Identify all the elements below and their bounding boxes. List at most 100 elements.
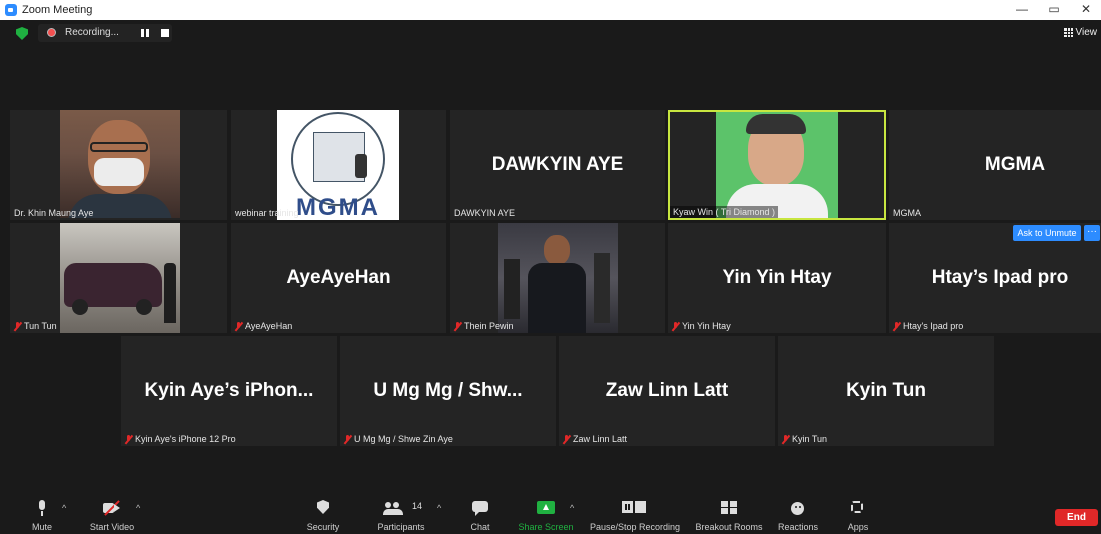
participant-display-name: Kyin Tun <box>846 380 926 401</box>
mute-label: Mute <box>31 522 52 532</box>
participant-name-label: Kyin Aye's iPhone 12 Pro <box>125 434 236 444</box>
participant-display-name: DAWKYIN AYE <box>491 154 624 175</box>
window-title: Zoom Meeting <box>22 4 93 16</box>
share-screen-button[interactable]: Share Screen <box>513 492 579 534</box>
security-button[interactable]: Security <box>298 492 348 534</box>
minimize-button[interactable]: — <box>1012 2 1032 16</box>
meeting-topbar: Recording... View <box>0 20 1101 46</box>
start-video-button[interactable]: Start Video <box>82 492 142 534</box>
more-options-button[interactable]: ··· <box>1084 225 1100 241</box>
participants-button[interactable]: 14 Participants <box>370 492 432 534</box>
participant-display-name: AyeAyeHan <box>286 267 391 288</box>
smiley-icon <box>789 500 807 516</box>
maximize-button[interactable]: ▭ <box>1044 2 1064 16</box>
video-tile-tun-tun[interactable]: Tun Tun <box>10 223 227 333</box>
video-tile-yin-yin-htay[interactable]: Yin Yin Htay Yin Yin Htay <box>668 223 886 333</box>
close-button[interactable]: ✕ <box>1076 2 1096 16</box>
participant-name-label: DAWKYIN AYE <box>454 208 516 218</box>
end-meeting-button[interactable]: End <box>1055 509 1098 526</box>
share-screen-icon <box>537 500 555 516</box>
video-off-icon <box>103 500 121 516</box>
video-tile-ayeayehan[interactable]: AyeAyeHan AyeAyeHan <box>231 223 446 333</box>
pause-stop-recording-button[interactable]: Pause/Stop Recording <box>585 492 685 534</box>
participant-video <box>60 223 180 333</box>
mgma-logo: MGMA <box>277 110 399 220</box>
view-label: View <box>1075 27 1098 38</box>
recording-status: Recording... <box>65 27 119 38</box>
window-titlebar: Zoom Meeting — ▭ ✕ <box>0 0 1101 20</box>
video-tile-kyin-tun[interactable]: Kyin Tun Kyin Tun <box>778 336 994 446</box>
participant-display-name: Htay’s Ipad pro <box>931 267 1069 288</box>
mic-muted-icon <box>235 321 242 331</box>
meeting-toolbar: Mute ^ Start Video ^ Security 14 Partici… <box>0 492 1101 534</box>
video-tile-webinar-training[interactable]: MGMA webinar training <box>231 110 446 220</box>
share-options-caret[interactable]: ^ <box>570 503 574 513</box>
participant-name-label: MGMA <box>893 208 921 218</box>
chat-label: Chat <box>470 522 490 532</box>
microphone-icon <box>33 500 51 516</box>
video-options-caret[interactable]: ^ <box>136 503 140 513</box>
participant-video <box>716 112 838 218</box>
pause-recording-icon[interactable] <box>138 26 152 40</box>
video-tile-kyin-aye-iphone[interactable]: Kyin Aye’s iPhon... Kyin Aye's iPhone 12… <box>121 336 337 446</box>
video-tile-kyaw-win-active-speaker[interactable]: Kyaw Win ( Tri Diamond ) <box>668 110 886 220</box>
participant-name-label: webinar training <box>235 208 299 218</box>
participant-name-label: Tun Tun <box>14 321 57 331</box>
video-tile-mgma[interactable]: MGMA MGMA <box>889 110 1101 220</box>
participant-name-label: Dr. Khin Maung Aye <box>14 208 94 218</box>
zoom-logo-icon <box>5 4 17 16</box>
pause-stop-icon <box>622 500 644 516</box>
start-video-label: Start Video <box>89 522 135 532</box>
mic-muted-icon <box>672 321 679 331</box>
mic-muted-icon <box>14 321 21 331</box>
pause-stop-recording-label: Pause/Stop Recording <box>589 522 681 532</box>
breakout-rooms-button[interactable]: Breakout Rooms <box>692 492 766 534</box>
participant-name-label: AyeAyeHan <box>235 321 292 331</box>
video-tile-thein-pewin[interactable]: Thein Pewin <box>450 223 665 333</box>
recording-indicator: Recording... <box>38 24 172 42</box>
participant-name-label: Htay's Ipad pro <box>893 321 963 331</box>
video-tile-zaw-linn-latt[interactable]: Zaw Linn Latt Zaw Linn Latt <box>559 336 775 446</box>
apps-icon <box>849 500 867 516</box>
security-label: Security <box>306 522 340 532</box>
apps-label: Apps <box>847 522 869 532</box>
mic-muted-icon <box>454 321 461 331</box>
chat-bubble-icon <box>471 500 489 516</box>
breakout-rooms-label: Breakout Rooms <box>695 522 763 532</box>
audio-options-caret[interactable]: ^ <box>62 503 66 513</box>
video-tile-u-mg-mg[interactable]: U Mg Mg / Shw... U Mg Mg / Shwe Zin Aye <box>340 336 556 446</box>
participant-name-label: Yin Yin Htay <box>672 321 731 331</box>
video-tile-dawkyin-aye[interactable]: DAWKYIN AYE DAWKYIN AYE <box>450 110 665 220</box>
participant-display-name: U Mg Mg / Shw... <box>373 380 523 401</box>
participant-name-label: Kyaw Win ( Tri Diamond ) <box>670 206 779 218</box>
participants-options-caret[interactable]: ^ <box>437 503 441 513</box>
reactions-label: Reactions <box>777 522 819 532</box>
participants-count: 14 <box>412 501 423 511</box>
chat-button[interactable]: Chat <box>460 492 500 534</box>
mic-muted-icon <box>344 434 351 444</box>
recording-dot-icon <box>47 28 56 37</box>
security-shield-icon <box>314 500 332 516</box>
mic-muted-icon <box>893 321 900 331</box>
participant-video <box>60 110 180 218</box>
reactions-button[interactable]: Reactions <box>775 492 821 534</box>
view-button[interactable]: View <box>1063 27 1098 38</box>
mic-muted-icon <box>782 434 789 444</box>
mute-button[interactable]: Mute <box>18 492 66 534</box>
participant-name-label: Thein Pewin <box>454 321 514 331</box>
participant-video <box>498 223 618 333</box>
mic-muted-icon <box>125 434 132 444</box>
encryption-shield-icon[interactable] <box>16 27 28 40</box>
mic-muted-icon <box>563 434 570 444</box>
stop-recording-icon[interactable] <box>158 26 172 40</box>
participant-display-name: Kyin Aye’s iPhon... <box>144 380 314 401</box>
participants-label: Participants <box>377 522 425 532</box>
participant-display-name: Zaw Linn Latt <box>605 380 729 401</box>
participant-display-name: MGMA <box>984 154 1046 175</box>
apps-button[interactable]: Apps <box>838 492 878 534</box>
participant-name-label: Kyin Tun <box>782 434 827 444</box>
video-tile-dr-khin-maung-aye[interactable]: Dr. Khin Maung Aye <box>10 110 227 220</box>
participant-name-label: Zaw Linn Latt <box>563 434 627 444</box>
grid-view-icon <box>1063 28 1073 37</box>
ask-to-unmute-button[interactable]: Ask to Unmute <box>1013 225 1081 241</box>
